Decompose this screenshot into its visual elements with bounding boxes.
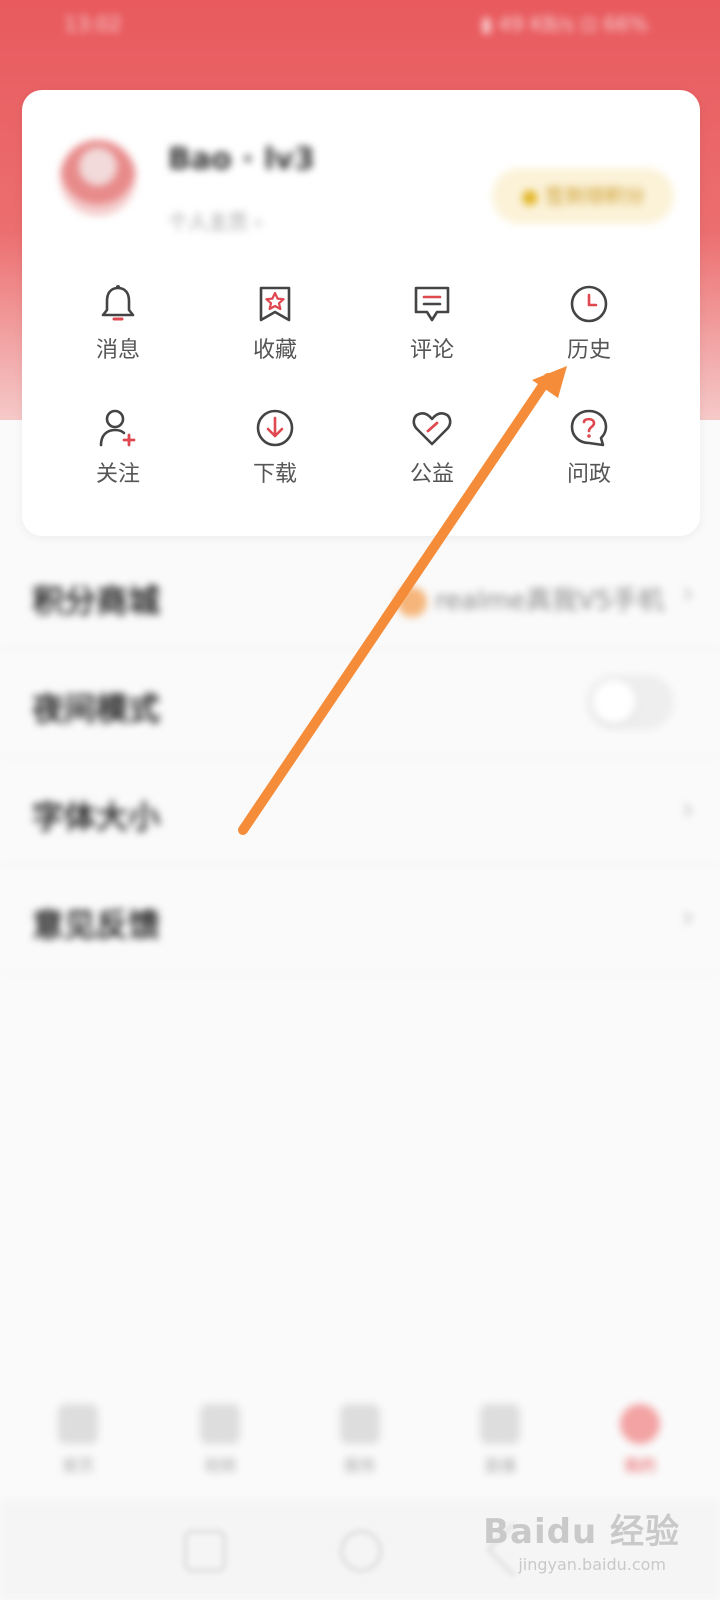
nav-home[interactable]: 首页: [28, 1404, 128, 1476]
row-title: 字体大小: [32, 798, 161, 836]
status-bar: 13:02 ▮ 49 KB/s ⊡ 66%: [0, 0, 720, 48]
grid-item-history[interactable]: 历史: [519, 282, 659, 382]
chevron-right-icon: ›: [254, 210, 263, 234]
nav-service[interactable]: 服务: [310, 1404, 410, 1476]
grid-label: 问政: [566, 462, 611, 487]
coin-icon: ●: [521, 184, 539, 208]
grid-label: 消息: [95, 338, 140, 363]
grid-item-comments[interactable]: 评论: [362, 282, 502, 382]
comment-icon: [414, 286, 450, 322]
grid-label: 收藏: [252, 338, 297, 363]
grid-label: 下载: [252, 462, 297, 487]
grid-item-downloads[interactable]: 下载: [205, 406, 345, 506]
grid-label: 关注: [95, 462, 140, 487]
grid-label: 公益: [409, 462, 454, 487]
nav-label: 视频: [203, 1456, 236, 1475]
row-points-mall[interactable]: 积分商城 realme真我V5手机 ›: [0, 540, 720, 649]
home-icon: [58, 1404, 98, 1444]
download-icon: [256, 409, 294, 447]
checkin-button[interactable]: ● 签到领积分: [492, 168, 674, 224]
watermark-logo: Baidu 经验: [483, 1512, 680, 1552]
avatar[interactable]: [60, 140, 136, 216]
nav-video[interactable]: 视频: [170, 1404, 270, 1476]
video-icon: [200, 1404, 240, 1444]
heart-icon: [412, 411, 452, 446]
grid-item-inquiry[interactable]: 问政: [519, 406, 659, 506]
nav-label: 服务: [343, 1456, 376, 1475]
grid-item-follow[interactable]: 关注: [48, 406, 188, 506]
checkin-label: 签到领积分: [544, 184, 645, 208]
toggle-knob: [592, 680, 636, 724]
nav-mine[interactable]: 我的: [590, 1404, 690, 1476]
nav-label: 我的: [623, 1456, 656, 1475]
homepage-link-label: 个人主页: [168, 210, 248, 234]
row-title: 夜间模式: [32, 690, 161, 728]
bookmark-star-icon: [259, 286, 291, 322]
product-icon: [397, 586, 428, 617]
homepage-link[interactable]: 个人主页 ›: [168, 206, 262, 235]
featured-product: realme真我V5手机: [397, 580, 664, 617]
person-icon: [620, 1404, 660, 1444]
nav-live[interactable]: 直播: [450, 1404, 550, 1476]
bell-icon: [101, 285, 135, 321]
user-add-icon: [99, 409, 136, 447]
chevron-right-icon: ›: [682, 900, 694, 935]
row-title: 积分商城: [32, 582, 161, 620]
service-icon: [340, 1404, 380, 1444]
watermark-url: jingyan.baidu.com: [518, 1555, 666, 1574]
row-title: 意见反馈: [32, 906, 161, 944]
watermark: Baidu 经验 jingyan.baidu.com: [483, 1504, 680, 1574]
bottom-nav: 首页 视频 服务 直播 我的: [0, 1390, 720, 1500]
username: Bao · lv3: [168, 142, 315, 177]
row-night-mode: 夜间模式: [0, 648, 720, 757]
nav-label: 首页: [61, 1456, 94, 1475]
status-indicators: ▮ 49 KB/s ⊡ 66%: [480, 12, 648, 36]
profile-card: Bao · lv3 个人主页 › ● 签到领积分 消息 收藏 评论 历史 关注 …: [22, 90, 700, 536]
grid-label: 历史: [566, 338, 611, 363]
row-feedback[interactable]: 意见反馈 ›: [0, 864, 720, 973]
chevron-right-icon: ›: [682, 792, 694, 827]
home-button[interactable]: [340, 1530, 382, 1572]
featured-product-label: realme真我V5手机: [435, 586, 664, 616]
grid-item-favorites[interactable]: 收藏: [205, 282, 345, 382]
profile-section: Bao · lv3 个人主页 › ● 签到领积分: [22, 90, 700, 250]
grid-label: 评论: [409, 338, 454, 363]
row-font-size[interactable]: 字体大小 ›: [0, 756, 720, 865]
live-icon: [480, 1404, 520, 1444]
status-time: 13:02: [64, 12, 122, 36]
night-mode-toggle[interactable]: [588, 676, 672, 728]
chevron-right-icon: ›: [682, 576, 694, 611]
recent-apps-button[interactable]: [184, 1530, 226, 1572]
question-bubble-icon: [570, 409, 608, 447]
clock-icon: [570, 285, 608, 323]
grid-item-messages[interactable]: 消息: [48, 282, 188, 382]
grid-item-charity[interactable]: 公益: [362, 406, 502, 506]
nav-label: 直播: [483, 1456, 516, 1475]
